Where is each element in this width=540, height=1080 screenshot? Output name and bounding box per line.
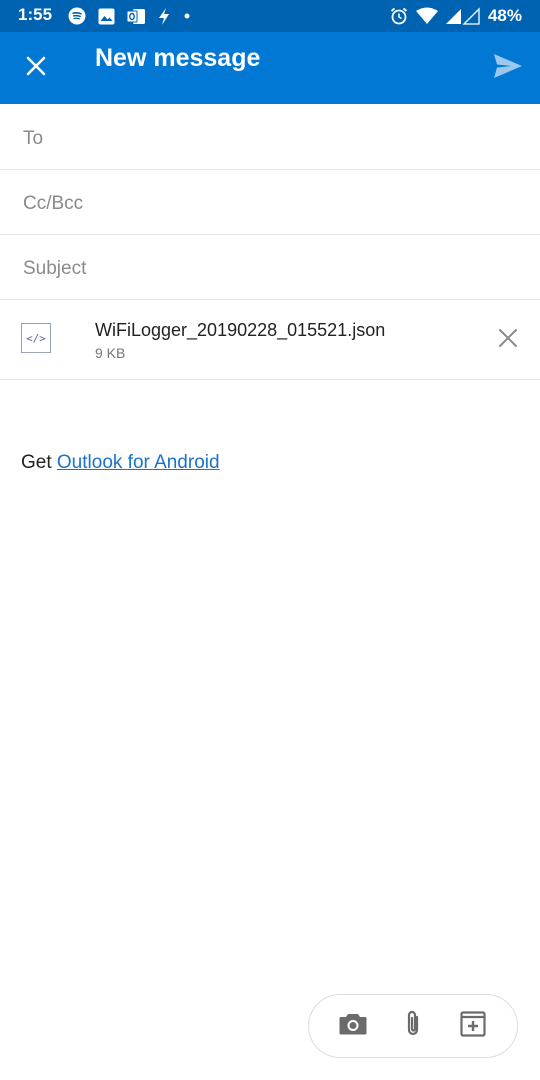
remove-attachment-button[interactable] bbox=[494, 326, 522, 354]
signature-prefix: Get bbox=[21, 452, 52, 473]
cc-bcc-field-row bbox=[0, 171, 540, 237]
code-file-icon: </> bbox=[21, 323, 51, 353]
spotify-icon bbox=[68, 7, 86, 25]
image-icon bbox=[98, 8, 115, 25]
status-right-icons: 48% bbox=[382, 6, 522, 26]
close-button[interactable] bbox=[18, 50, 54, 86]
to-field[interactable] bbox=[21, 106, 525, 172]
dot-icon bbox=[183, 12, 191, 20]
status-time: 1:55 bbox=[18, 5, 53, 24]
outlook-for-android-link[interactable]: Outlook for Android bbox=[57, 452, 220, 473]
subject-field[interactable] bbox=[21, 236, 525, 302]
app-bar: New message bbox=[0, 32, 540, 104]
close-icon bbox=[25, 55, 47, 82]
close-icon bbox=[498, 328, 518, 353]
compose-toolbar bbox=[308, 994, 518, 1058]
page-title: New message bbox=[95, 44, 261, 72]
signal-icon bbox=[445, 7, 480, 25]
battery-percentage: 48% bbox=[487, 6, 522, 25]
add-content-button[interactable] bbox=[453, 1006, 493, 1046]
attach-file-button[interactable] bbox=[393, 1006, 433, 1046]
attachment-row[interactable]: </> WiFiLogger_20190228_015521.json 9 KB bbox=[0, 300, 540, 380]
status-left-icons bbox=[68, 7, 203, 25]
subject-field-row bbox=[0, 236, 540, 302]
bolt-icon bbox=[157, 7, 171, 25]
camera-icon bbox=[339, 1012, 367, 1041]
attachment-file-size: 9 KB bbox=[95, 345, 126, 361]
alarm-icon bbox=[390, 7, 408, 25]
message-body[interactable]: Get Outlook for Android bbox=[21, 452, 220, 474]
to-field-row bbox=[0, 106, 540, 172]
outlook-icon bbox=[127, 8, 145, 25]
cc-bcc-field[interactable] bbox=[21, 171, 525, 237]
add-box-icon bbox=[460, 1010, 486, 1042]
wifi-icon bbox=[415, 7, 438, 25]
send-button[interactable] bbox=[490, 50, 526, 86]
paperclip-icon bbox=[403, 1009, 423, 1044]
send-icon bbox=[493, 53, 523, 84]
status-bar: 1:55 48% bbox=[0, 0, 540, 32]
attachment-file-name: WiFiLogger_20190228_015521.json bbox=[95, 320, 386, 340]
camera-button[interactable] bbox=[333, 1006, 373, 1046]
